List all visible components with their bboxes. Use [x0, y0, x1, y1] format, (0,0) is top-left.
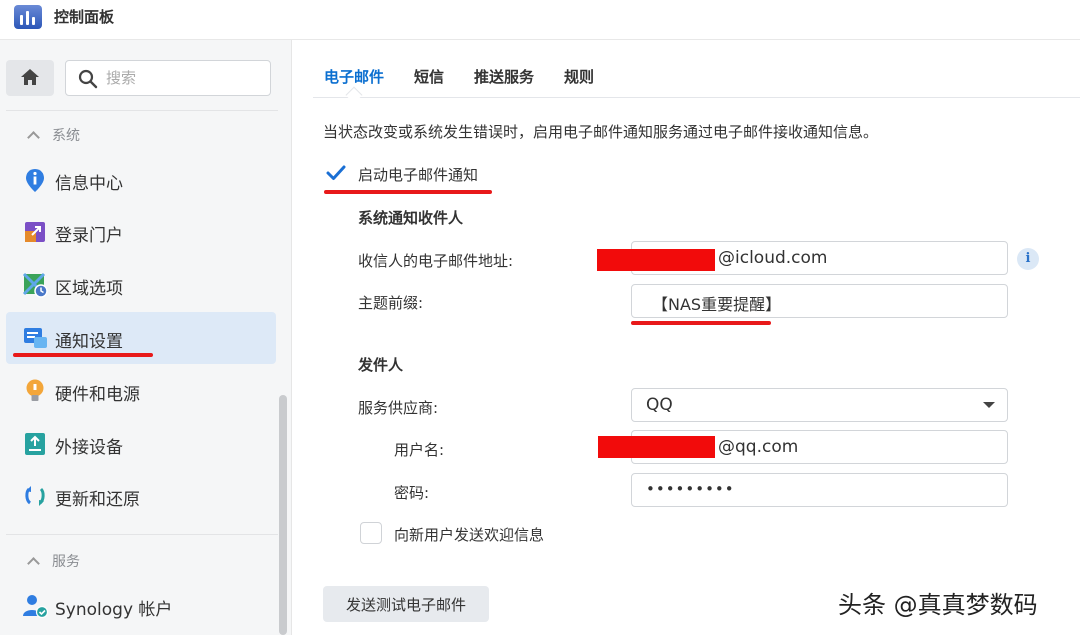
synology-account-icon	[23, 595, 48, 619]
search-icon	[78, 69, 98, 89]
recipient-email-value: @icloud.com	[718, 248, 828, 268]
chevron-up-icon	[27, 131, 40, 144]
subject-prefix-value: 【NAS重要提醒】	[652, 295, 782, 314]
sidebar-item-info-center[interactable]: 信息中心	[6, 154, 276, 206]
annotation-underline	[324, 190, 492, 194]
tab-sms[interactable]: 短信	[414, 66, 444, 87]
welcome-message-checkbox[interactable]	[360, 522, 382, 544]
sidebar-item-update-restore[interactable]: 更新和还原	[6, 470, 276, 522]
sidebar: 系统 信息中心 登录门户 区域选项 通知设置	[0, 40, 292, 635]
sidebar-item-label: 更新和还原	[55, 490, 140, 510]
subject-prefix-input[interactable]: 【NAS重要提醒】	[631, 284, 1008, 318]
enable-email-label: 启动电子邮件通知	[358, 166, 479, 184]
sidebar-scrollbar[interactable]	[279, 395, 287, 635]
enable-email-checkbox[interactable]	[325, 162, 347, 184]
login-portal-icon	[25, 222, 45, 242]
password-value: •••••••••	[646, 480, 735, 498]
info-pin-icon	[26, 169, 44, 192]
sidebar-item-synology-account[interactable]: Synology 帐户	[6, 580, 276, 632]
tab-rules[interactable]: 规则	[564, 66, 594, 87]
recipient-email-label: 收信人的电子邮件地址:	[358, 252, 514, 270]
tab-push-service[interactable]: 推送服务	[474, 66, 534, 87]
update-restore-icon	[25, 486, 45, 506]
welcome-message-label: 向新用户发送欢迎信息	[394, 526, 545, 544]
annotation-underline	[13, 353, 153, 357]
control-panel-icon	[14, 5, 42, 29]
provider-select[interactable]: QQ	[631, 388, 1008, 422]
divider	[6, 110, 278, 111]
bulb-icon	[26, 379, 44, 401]
caret-down-icon	[983, 402, 995, 408]
chevron-up-icon	[27, 557, 40, 570]
title-bar: 控制面板	[0, 0, 1080, 40]
section-label: 服务	[52, 554, 80, 570]
search-field[interactable]	[65, 60, 271, 96]
provider-value: QQ	[646, 395, 673, 415]
sidebar-item-label: Synology 帐户	[55, 600, 173, 620]
recipient-section-title: 系统通知收件人	[358, 209, 464, 227]
home-button[interactable]	[6, 60, 54, 96]
tab-bar: 电子邮件 短信 推送服务 规则	[313, 40, 1080, 104]
username-value: @qq.com	[718, 437, 799, 457]
section-services-toggle[interactable]: 服务	[25, 551, 80, 573]
sidebar-item-hardware-power[interactable]: 硬件和电源	[6, 365, 276, 417]
redaction-block	[598, 436, 715, 458]
section-system-toggle[interactable]: 系统	[25, 125, 80, 147]
sidebar-item-label: 硬件和电源	[55, 385, 140, 405]
watermark: 头条 @真真梦数码	[838, 591, 1038, 619]
sidebar-item-label: 信息中心	[55, 174, 123, 194]
sender-section-title: 发件人	[358, 356, 404, 374]
checkmark-icon	[326, 165, 346, 180]
window-title: 控制面板	[54, 8, 115, 26]
sidebar-item-label: 登录门户	[55, 226, 123, 246]
password-label: 密码:	[394, 484, 430, 502]
sidebar-item-login-portal[interactable]: 登录门户	[6, 206, 276, 258]
username-label: 用户名:	[394, 441, 445, 459]
provider-label: 服务供应商:	[358, 399, 439, 417]
external-device-icon	[25, 433, 45, 455]
sidebar-item-label: 区域选项	[55, 279, 123, 299]
send-test-email-button[interactable]: 发送测试电子邮件	[323, 586, 489, 622]
info-icon[interactable]: i	[1017, 248, 1039, 270]
regional-options-icon	[22, 272, 48, 298]
section-label: 系统	[52, 128, 80, 144]
sidebar-item-label: 通知设置	[55, 332, 123, 352]
notification-icon	[24, 328, 47, 348]
active-tab-indicator	[345, 86, 363, 104]
email-description: 当状态改变或系统发生错误时，启用电子邮件通知服务通过电子邮件接收通知信息。	[323, 123, 879, 141]
sidebar-item-label: 外接设备	[55, 438, 123, 458]
redaction-block	[597, 249, 715, 271]
sidebar-item-external-devices[interactable]: 外接设备	[6, 418, 276, 470]
password-input[interactable]: •••••••••	[631, 473, 1008, 507]
subject-prefix-label: 主题前缀:	[358, 294, 424, 312]
annotation-underline	[631, 321, 771, 325]
sidebar-item-regional-options[interactable]: 区域选项	[6, 259, 276, 311]
tab-email[interactable]: 电子邮件	[324, 66, 384, 87]
divider	[6, 534, 278, 535]
home-icon	[21, 69, 39, 85]
search-input[interactable]	[106, 67, 256, 89]
